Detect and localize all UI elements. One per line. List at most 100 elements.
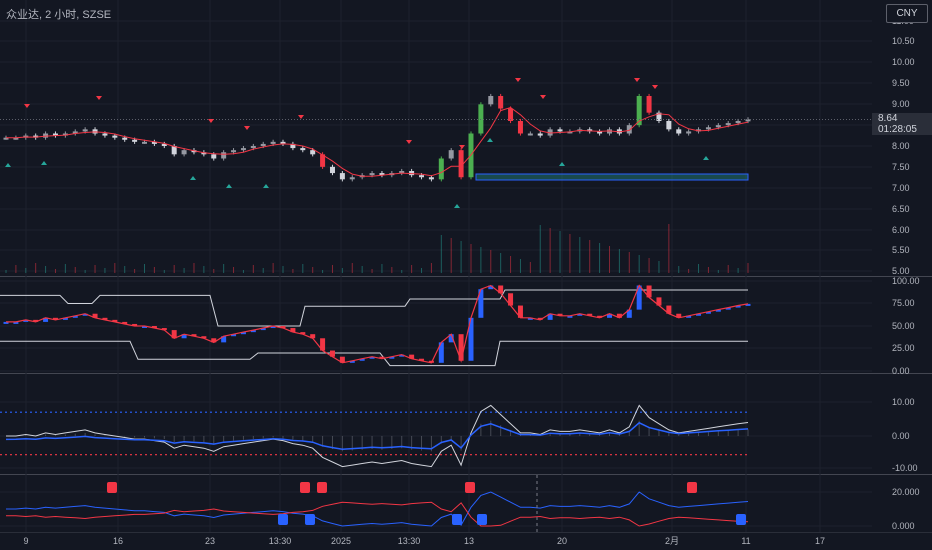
candle-body [221,152,227,159]
up-arrow-marker [559,162,565,166]
candle-body [329,166,335,174]
y-tick-label: 75.00 [892,298,915,308]
candle-body [181,150,187,155]
up-arrow-marker [5,163,11,167]
sell-signal-badge [317,482,327,493]
channel-lower-line [0,340,748,367]
sell-signal-badge [300,482,310,493]
candle-body [310,150,316,155]
candle-body [527,133,533,136]
x-tick-label: 9 [23,536,28,546]
candle-body [339,173,345,180]
x-tick-label: 11 [741,536,750,546]
y-tick-label: 25.00 [892,343,915,353]
candle-body [419,175,425,178]
indicator-red-line [6,501,749,527]
down-arrow-marker [634,78,640,82]
candle-body [250,146,256,149]
y-tick-label: 20.000 [892,487,920,497]
candle-body [735,121,741,124]
candle-body [231,150,237,153]
y-tick-label: 5.00 [892,266,910,276]
down-arrow-marker [459,145,465,149]
down-arrow-marker [298,115,304,119]
up-arrow-marker [41,161,47,165]
candle-body [517,121,523,134]
down-arrow-marker [96,96,102,100]
candle-body [448,150,454,159]
buy-signal-badge [278,514,288,525]
y-tick-label: 0.00 [892,431,910,441]
indicator-blue-line [6,491,749,527]
currency-button[interactable]: CNY [886,4,928,23]
chart-canvas[interactable]: 11.0010.5010.009.509.008.508.007.507.006… [0,0,932,550]
candle-body [715,125,721,128]
y-tick-label: 10.00 [892,57,915,67]
candle-body [646,96,652,113]
candle-body [428,177,434,180]
candle-body [102,133,108,136]
sell-signal-badge [687,482,697,493]
y-tick-label: 7.50 [892,162,910,172]
channel-upper-line [0,289,748,327]
candle-body [270,141,276,144]
down-arrow-marker [24,104,30,108]
sell-signal-badge [107,482,117,493]
candle-body [300,148,306,151]
support-zone-box [475,173,749,181]
candles-group [3,93,751,182]
candle-body [725,123,731,126]
chart-title: 众业达, 2 小时, SZSE [6,9,112,21]
candle-body [82,129,88,132]
candle-body [211,154,217,159]
x-tick-label: 13 [464,536,474,546]
y-tick-label: 50.00 [892,321,915,331]
y-tick-label: 9.50 [892,78,910,88]
candle-body [745,119,751,122]
candle-body [498,96,504,109]
buy-signal-badge [452,514,462,525]
down-arrow-marker [540,95,546,99]
x-tick-label: 17 [815,536,825,546]
y-tick-label: 9.00 [892,99,910,109]
candle-body [240,148,246,151]
x-tick-label: 20 [557,536,567,546]
candle-body [260,143,266,146]
candle-body [132,139,138,142]
candle-body [438,158,444,180]
candle-body [349,177,355,180]
x-tick-label: 13:30 [269,536,292,546]
candle-body [666,121,672,130]
candle-body [122,137,128,140]
y-tick-label: 8.00 [892,141,910,151]
down-arrow-marker [652,85,658,89]
x-tick-label: 23 [205,536,215,546]
up-arrow-marker [263,184,269,188]
y-tick-label: 6.50 [892,204,910,214]
x-tick-label: 2月 [665,536,679,546]
up-arrow-marker [226,184,232,188]
y-tick-label: 5.50 [892,245,910,255]
x-tick-label: 16 [113,536,123,546]
y-tick-label: 0.000 [892,521,915,531]
buy-signal-badge [305,514,315,525]
candle-body [142,141,148,144]
sell-signal-badge [465,482,475,493]
down-arrow-marker [244,126,250,130]
candle-body [488,96,494,105]
last-price-label: 8.64 01:28:05 [872,113,932,135]
y-tick-label: 10.50 [892,36,915,46]
up-arrow-marker [190,176,196,180]
up-arrow-marker [454,204,460,208]
y-tick-label: 6.00 [892,225,910,235]
candle-body [112,135,118,138]
up-arrow-marker [703,156,709,160]
countdown-timer: 01:28:05 [878,124,917,135]
candle-body [676,129,682,134]
y-tick-label: 100.00 [892,276,920,286]
candle-body [369,173,375,176]
candle-body [537,133,543,136]
candle-body [705,127,711,130]
down-arrow-marker [515,78,521,82]
x-tick-label: 13:30 [398,536,421,546]
